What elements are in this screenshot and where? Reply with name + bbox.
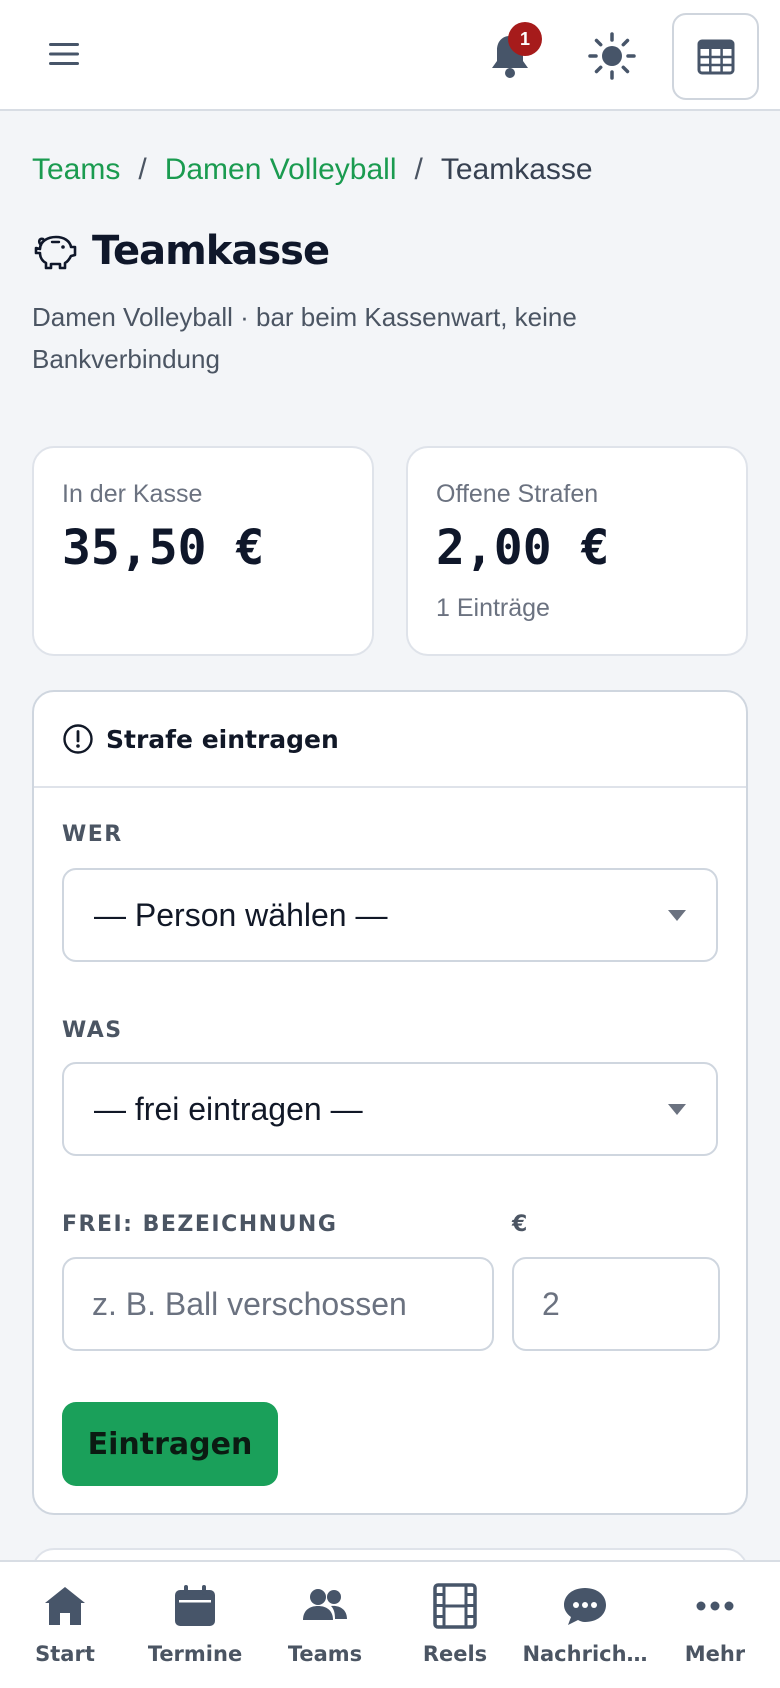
amount-label: € [512, 1212, 529, 1237]
breadcrumb-team[interactable]: Damen Volleyball [165, 153, 397, 187]
breadcrumb: Teams / Damen Volleyball / Teamkasse [32, 150, 593, 190]
more-icon [696, 1601, 734, 1611]
users-icon [303, 1589, 347, 1620]
open-fines-card: Offene Strafen 2,00 € 1 Einträge [406, 446, 748, 656]
nav-label-teams: Teams [287, 1642, 363, 1666]
table-grid-icon [697, 39, 734, 74]
breadcrumb-current: Teamkasse [440, 153, 593, 186]
who-label: WER [62, 822, 123, 847]
fine-type-select-value: — frei eintragen — [94, 1090, 363, 1127]
nav-label-nachrichten: Nachrich… [522, 1642, 648, 1666]
nav-item-reels[interactable]: Reels [390, 1562, 520, 1666]
hamburger-icon [49, 43, 79, 65]
nav-item-start[interactable]: Start [0, 1562, 130, 1666]
piggy-bank-icon [34, 235, 77, 270]
chevron-down-icon [668, 1104, 686, 1115]
page-subtitle: Damen Volleyball · bar beim Kassenwart, … [32, 302, 577, 374]
nav-label-reels: Reels [422, 1642, 488, 1666]
open-fines-count: 1 Einträge [436, 594, 550, 622]
chevron-down-icon [668, 910, 686, 921]
notification-badge: 1 [508, 22, 542, 56]
person-select[interactable]: — Person wählen — [62, 868, 718, 962]
cash-balance-label: In der Kasse [62, 480, 203, 508]
nav-item-termine[interactable]: Termine [130, 1562, 260, 1666]
nav-item-mehr[interactable]: Mehr [650, 1562, 780, 1666]
open-fines-label: Offene Strafen [436, 480, 599, 508]
person-select-value: — Person wählen — [94, 896, 388, 933]
free-description-input[interactable] [62, 1257, 494, 1351]
free-description-label: FREI: BEZEICHNUNG [62, 1212, 338, 1237]
fine-type-select[interactable]: — frei eintragen — [62, 1062, 718, 1156]
film-icon [433, 1583, 477, 1629]
breadcrumb-separator: / [138, 153, 147, 186]
what-label: WAS [62, 1018, 123, 1043]
home-icon [45, 1587, 85, 1625]
cash-balance-card: In der Kasse 35,50 € [32, 446, 374, 656]
form-title: Strafe eintragen [106, 724, 339, 754]
breadcrumb-separator: / [414, 153, 423, 186]
top-bar: 1 [0, 0, 780, 111]
form-header: Strafe eintragen [34, 692, 746, 788]
theme-toggle-button[interactable] [588, 32, 636, 80]
nav-item-nachrichten[interactable]: Nachrich… [520, 1562, 650, 1666]
bottom-nav: Start Termine Teams Reels Nachrich… Mehr [0, 1560, 780, 1688]
calendar-icon [175, 1585, 215, 1626]
page-header: Teamkasse [32, 228, 330, 274]
calendar-view-button[interactable] [672, 13, 759, 100]
menu-button[interactable] [38, 34, 90, 74]
open-fines-value: 2,00 € [436, 520, 610, 576]
chat-icon [564, 1588, 606, 1625]
nav-label-mehr: Mehr [684, 1642, 746, 1666]
page-title: Teamkasse [92, 228, 330, 274]
breadcrumb-teams[interactable]: Teams [32, 153, 120, 187]
cash-balance-value: 35,50 € [62, 520, 265, 576]
amount-input[interactable] [512, 1257, 720, 1351]
fine-entry-form: Strafe eintragen WER — Person wählen — W… [32, 690, 748, 1515]
nav-label-start: Start [35, 1642, 95, 1666]
alert-circle-icon [63, 724, 93, 754]
nav-label-termine: Termine [147, 1642, 243, 1666]
submit-fine-button[interactable]: Eintragen [62, 1402, 278, 1486]
sun-icon [588, 32, 636, 80]
nav-item-teams[interactable]: Teams [260, 1562, 390, 1666]
